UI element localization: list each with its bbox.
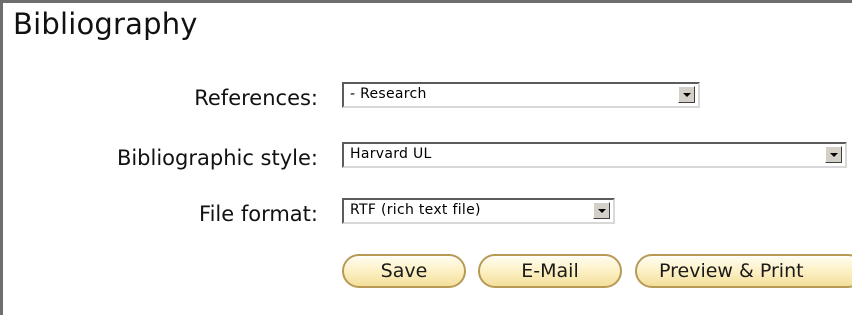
chevron-down-icon[interactable] bbox=[593, 202, 610, 219]
references-label: References: bbox=[194, 86, 318, 110]
bibliographic-style-value: Harvard UL bbox=[350, 146, 432, 162]
bibliographic-style-label: Bibliographic style: bbox=[116, 146, 318, 170]
references-value: - Research bbox=[350, 86, 427, 102]
bibliography-panel: Bibliography References: - Research Bibl… bbox=[0, 0, 852, 315]
file-format-label: File format: bbox=[199, 202, 318, 226]
references-select[interactable]: - Research bbox=[342, 82, 700, 108]
panel-title: Bibliography bbox=[13, 7, 198, 41]
preview-print-button[interactable]: Preview & Print bbox=[635, 254, 852, 288]
bibliographic-style-select[interactable]: Harvard UL bbox=[342, 142, 847, 168]
chevron-down-icon[interactable] bbox=[678, 86, 695, 103]
file-format-select[interactable]: RTF (rich text file) bbox=[342, 198, 615, 224]
chevron-down-icon[interactable] bbox=[825, 146, 842, 163]
email-button[interactable]: E-Mail bbox=[478, 254, 622, 288]
save-button[interactable]: Save bbox=[342, 254, 466, 288]
file-format-value: RTF (rich text file) bbox=[350, 202, 481, 218]
